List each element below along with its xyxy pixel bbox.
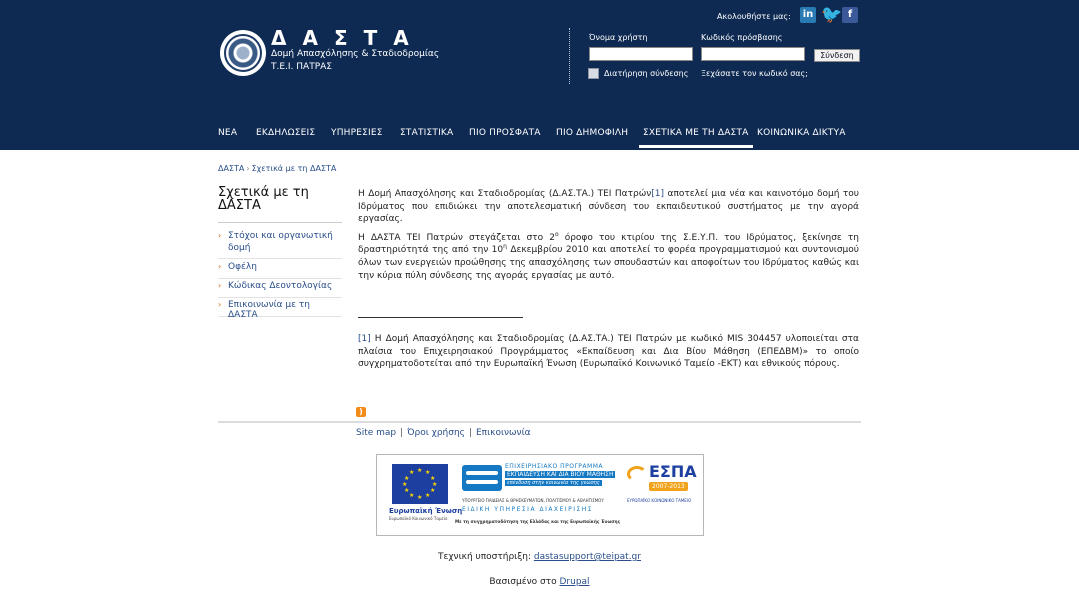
arrow-icon: › [218, 262, 222, 271]
espa-years: 2007-2013 [649, 482, 688, 491]
espa-title: ΕΣΠΑ [649, 462, 697, 481]
nav-item-services[interactable]: ΥΠΗΡΕΣΙΕΣ [331, 128, 383, 138]
breadcrumb-home[interactable]: ΔΑΣΤΑ [218, 164, 244, 173]
sidebar-title: Σχετικά με τη ΔΑΣΤΑ [218, 185, 309, 213]
remember-me-label[interactable]: Διατήρηση σύνδεσης [604, 69, 688, 78]
op-slogan: επένδυση στην κοινωνία της γνώσης [505, 480, 602, 486]
eu-flag-icon: ★ ★ ★ ★ ★ ★ ★ ★ ★ ★ ★ ★ [392, 464, 448, 504]
sidebar-item-contact[interactable]: › Επικοινωνία με τη ΔΑΣΤΑ [218, 300, 342, 320]
footnote-rule [358, 317, 523, 318]
sidebar-item-benefits[interactable]: › Οφέλη [218, 262, 342, 279]
password-input[interactable] [701, 47, 805, 61]
powered-by-line: Βασισμένο στο Drupal [0, 577, 1079, 587]
eu-subtitle: Ευρωπαϊκό Κοινωνικό Ταμείο [389, 516, 448, 521]
facebook-icon[interactable]: f [842, 7, 858, 23]
login-divider [569, 28, 570, 84]
nav-item-popular[interactable]: ΠΙΟ ΔΗΜΟΦΙΛΗ [556, 128, 628, 138]
arrow-icon: › [218, 300, 222, 309]
op-name: ΕΚΠΑΙΔΕΥΣΗ ΚΑΙ ΔΙΑ ΒΙΟΥ ΜΑΘΗΣΗ [505, 471, 616, 478]
content-paragraph-2: Η ΔΑΣΤΑ ΤΕΙ Πατρών στεγάζεται στο 2ο όρο… [358, 231, 859, 282]
nav-item-statistics[interactable]: ΣΤΑΤΙΣΤΙΚΑ [400, 128, 453, 138]
footer-link-separator: | [468, 428, 472, 438]
footer-link-separator: | [400, 428, 404, 438]
password-label: Κωδικός πρόσβασης [701, 33, 783, 42]
support-email-link[interactable]: dastasupport@teipat.gr [534, 552, 641, 562]
espa-swoosh-icon [627, 466, 647, 482]
cofunding-line: Με τη συγχρηματοδότηση της Ελλάδας και τ… [455, 520, 621, 525]
ministry-line: ΥΠΟΥΡΓΕΙΟ ΠΑΙΔΕΙΑΣ & ΘΡΗΣΚΕΥΜΑΤΩΝ, ΠΟΛΙΤ… [462, 498, 604, 503]
seal-icon [224, 34, 262, 72]
nav-item-social[interactable]: ΚΟΙΝΩΝΙΚΑ ΔΙΚΤΥΑ [757, 128, 846, 138]
footnote-ref-link[interactable]: [1] [651, 189, 664, 199]
username-input[interactable] [589, 47, 693, 61]
paragraph-text: Η Δομή Απασχόλησης και Σταδιοδρομίας (Δ.… [358, 189, 652, 199]
sidebar-item-label[interactable]: Στόχοι και οργανωτική δομή [228, 231, 333, 253]
username-label: Όνομα χρήστη [589, 33, 648, 42]
sidebar-item-label[interactable]: Κώδικας Δεοντολογίας [228, 281, 332, 291]
forgot-password-link[interactable]: Ξεχάσατε τον κωδικό σας; [701, 69, 808, 78]
footer-link-sitemap[interactable]: Site map [356, 428, 396, 438]
sidebar-rule [218, 222, 342, 223]
site-name[interactable]: ΔΑΣΤΑ [271, 26, 425, 50]
epedvm-logo-icon [462, 465, 502, 491]
sidebar-item-goals[interactable]: › Στόχοι και οργανωτική δομή [218, 230, 342, 259]
footer-link-terms[interactable]: Όροι χρήσης [407, 428, 465, 438]
sidebar-item-label[interactable]: Επικοινωνία με τη ΔΑΣΤΑ [228, 300, 310, 320]
content-paragraph-1: Η Δομή Απασχόλησης και Σταδιοδρομίας (Δ.… [358, 188, 859, 226]
footnote: [1] Η Δομή Απασχόλησης και Σταδιοδρομίας… [358, 333, 859, 371]
footer-rule [218, 421, 861, 423]
authority-line: ΕΙΔΙΚΗ ΥΠΗΡΕΣΙΑ ΔΙΑΧΕΙΡΙΣΗΣ [462, 506, 594, 513]
funding-banner: ★ ★ ★ ★ ★ ★ ★ ★ ★ ★ ★ ★ Ευρωπαϊκή Ένωση Ευρωπαϊκό Κ… [376, 454, 704, 536]
footer-links: Site map | Όροι χρήσης | Επικοινωνία [356, 428, 531, 438]
follow-us-label: Ακολουθήστε μας: [717, 12, 791, 21]
remember-me-checkbox[interactable] [588, 68, 599, 79]
main-content: Η Δομή Απασχόλησης και Σταδιοδρομίας (Δ.… [358, 188, 859, 288]
site-slogan-line2: Τ.Ε.Ι. ΠΑΤΡΑΣ [271, 62, 332, 72]
arrow-icon: › [218, 231, 222, 240]
eu-title: Ευρωπαϊκή Ένωση [389, 507, 463, 515]
nav-item-events[interactable]: ΕΚΔΗΛΩΣΕΙΣ [256, 128, 315, 138]
footnote-backref-link[interactable]: [1] [358, 334, 371, 344]
breadcrumb: ΔΑΣΤΑ › Σχετικά με τη ΔΑΣΤΑ [218, 164, 336, 173]
support-label: Τεχνική υποστήριξη: [438, 552, 531, 562]
espa-subtitle: ΕΥΡΩΠΑΪΚΟ ΚΟΙΝΩΝΙΚΟ ΤΑΜΕΙΟ [627, 498, 692, 503]
powered-label: Βασισμένο στο [489, 577, 557, 587]
nav-item-about[interactable]: ΣΧΕΤΙΚΑ ΜΕ ΤΗ ΔΑΣΤΑ [639, 128, 753, 148]
linkedin-icon[interactable]: in [800, 7, 816, 23]
site-header: ΔΑΣΤΑ Δομή Απασχόλησης & Σταδιοδρομίας Τ… [0, 0, 1079, 150]
paragraph-text: Η ΔΑΣΤΑ ΤΕΙ Πατρών στεγάζεται στο 2 [358, 232, 555, 243]
tei-logo[interactable] [220, 30, 266, 76]
nav-item-recent[interactable]: ΠΙΟ ΠΡΟΣΦΑΤΑ [469, 128, 541, 138]
footer-link-contact[interactable]: Επικοινωνία [476, 428, 531, 438]
sidebar-item-label[interactable]: Οφέλη [228, 262, 257, 272]
login-button[interactable]: Σύνδεση [814, 49, 860, 62]
rss-icon[interactable]: ) [356, 407, 366, 417]
nav-item-news[interactable]: ΝΕΑ [218, 128, 237, 138]
espa-logo: ΕΣΠΑ 2007-2013 ΕΥΡΩΠΑΪΚΟ ΚΟΙΝΩΝΙΚΟ ΤΑΜΕΙ… [627, 462, 697, 508]
breadcrumb-current[interactable]: Σχετικά με τη ΔΑΣΤΑ [252, 164, 337, 173]
tech-support-line: Τεχνική υποστήριξη: dastasupport@teipat.… [0, 552, 1079, 562]
twitter-icon[interactable]: 🐦 [821, 6, 842, 24]
arrow-icon: › [218, 281, 222, 290]
footnote-text: Η Δομή Απασχόλησης και Σταδιοδρομίας (Δ.… [358, 334, 859, 370]
sidebar-item-code-of-conduct[interactable]: › Κώδικας Δεοντολογίας [218, 281, 342, 298]
drupal-link[interactable]: Drupal [559, 577, 589, 587]
site-slogan-line1: Δομή Απασχόλησης & Σταδιοδρομίας [271, 49, 440, 59]
op-title: ΕΠΙΧΕΙΡΗΣΙΑΚΟ ΠΡΟΓΡΑΜΜΑ [505, 463, 603, 470]
breadcrumb-separator: › [246, 164, 250, 173]
